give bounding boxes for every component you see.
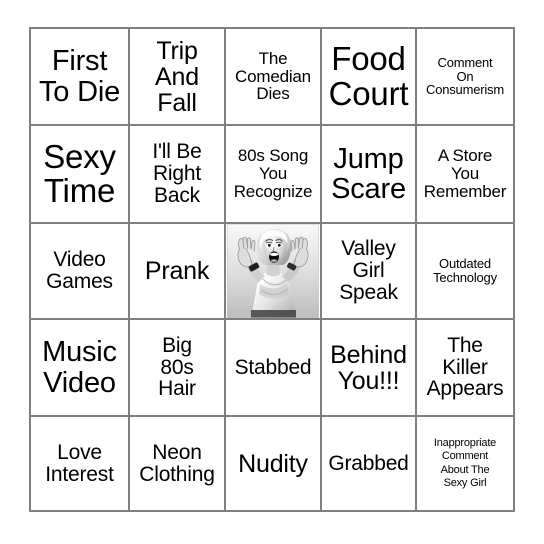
- bingo-cell-label: Music Video: [42, 336, 117, 399]
- screaming-woman-photo-graphic: [227, 224, 319, 318]
- bingo-cell[interactable]: Behind You!!!: [322, 320, 417, 417]
- bingo-cell-label: Video Games: [46, 248, 113, 293]
- bingo-cell-label: Stabbed: [234, 355, 312, 379]
- bingo-cell-label: Sexy Time: [43, 137, 116, 209]
- bingo-cell-label: Behind You!!!: [330, 340, 407, 395]
- bingo-cell-label: I'll Be Right Back: [152, 140, 202, 207]
- bingo-cell[interactable]: I'll Be Right Back: [130, 126, 226, 224]
- bingo-cell[interactable]: 80s Song You Recognize: [226, 126, 322, 224]
- bingo-cell[interactable]: A Store You Remember: [417, 126, 513, 224]
- bingo-cell-label: Trip And Fall: [155, 36, 199, 117]
- bingo-cell-label: The Killer Appears: [426, 333, 504, 401]
- bingo-cell[interactable]: Video Games: [31, 224, 130, 320]
- bingo-cell-label: Inappropriate Comment About The Sexy Gir…: [433, 437, 497, 489]
- bingo-cell[interactable]: Big 80s Hair: [130, 320, 226, 417]
- bingo-cell-label: A Store You Remember: [423, 146, 507, 201]
- bingo-cell[interactable]: The Killer Appears: [417, 320, 513, 417]
- bingo-cell[interactable]: Stabbed: [226, 320, 322, 417]
- bingo-cell-label: Nudity: [238, 449, 308, 478]
- bingo-cell-label: Comment On Consumerism: [426, 55, 504, 98]
- bingo-cell-label: Neon Clothing: [139, 440, 215, 486]
- bingo-cell[interactable]: Grabbed: [322, 417, 417, 510]
- bingo-cell-label: Outdated Technology: [433, 256, 497, 285]
- bingo-cell[interactable]: First To Die: [31, 29, 130, 126]
- bingo-cell[interactable]: The Comedian Dies: [226, 29, 322, 126]
- bingo-cell[interactable]: Jump Scare: [322, 126, 417, 224]
- bingo-cell-label: Grabbed: [328, 451, 409, 475]
- bingo-cell[interactable]: Sexy Time: [31, 126, 130, 224]
- bingo-cell-label: Prank: [144, 257, 210, 285]
- bingo-cell[interactable]: Prank: [130, 224, 226, 320]
- bingo-cell[interactable]: Food Court: [322, 29, 417, 126]
- bingo-cell[interactable]: Nudity: [226, 417, 322, 510]
- bingo-cell-label: The Comedian Dies: [235, 48, 311, 104]
- bingo-cell-label: Valley Girl Speak: [339, 237, 398, 304]
- screaming-woman-photo: [227, 224, 319, 318]
- bingo-cell[interactable]: Inappropriate Comment About The Sexy Gir…: [417, 417, 513, 510]
- bingo-card-grid: First To Die Trip And Fall The Comedian …: [29, 27, 515, 512]
- bingo-cell[interactable]: Trip And Fall: [130, 29, 226, 126]
- bingo-cell-label: Big 80s Hair: [158, 333, 196, 401]
- bingo-cell[interactable]: Music Video: [31, 320, 130, 417]
- bingo-cell-label: First To Die: [39, 45, 120, 108]
- bingo-cell[interactable]: Valley Girl Speak: [322, 224, 417, 320]
- bingo-cell-label: Food Court: [328, 40, 409, 112]
- bingo-cell[interactable]: Outdated Technology: [417, 224, 513, 320]
- bingo-cell[interactable]: Neon Clothing: [130, 417, 226, 510]
- bingo-cell[interactable]: Love Interest: [31, 417, 130, 510]
- bingo-free-space-cell[interactable]: [226, 224, 322, 320]
- bingo-cell-label: 80s Song You Recognize: [233, 146, 313, 201]
- bingo-cell-label: Love Interest: [45, 440, 114, 486]
- bingo-cell-label: Jump Scare: [331, 142, 406, 205]
- bingo-cell[interactable]: Comment On Consumerism: [417, 29, 513, 126]
